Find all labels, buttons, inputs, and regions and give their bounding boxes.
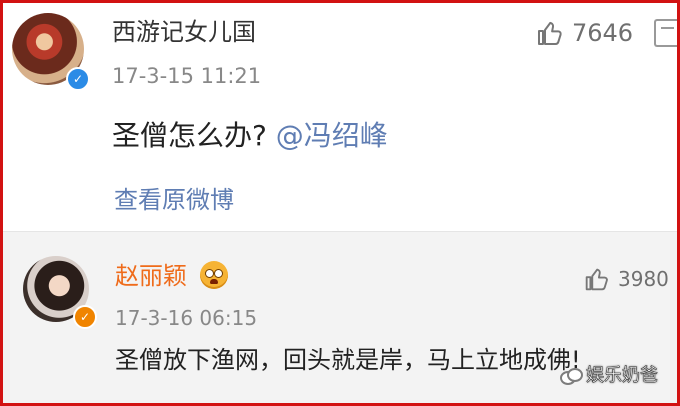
thumbs-up-icon <box>585 268 608 291</box>
verified-badge-icon: ✓ <box>66 67 90 91</box>
reply-timestamp: 17-3-16 06:15 <box>115 306 258 330</box>
watermark-text: 娱乐奶爸 <box>586 365 659 387</box>
weibo-reply: ✓ 赵丽颖 17-3-16 06:15 圣僧放下渔网，回头就是岸，马上立地成佛!… <box>3 231 677 403</box>
post-content: 圣僧怎么办? @冯绍峰 <box>112 118 388 154</box>
post-like-count: 7646 <box>572 19 634 47</box>
post-username[interactable]: 西游记女儿国 <box>112 17 256 47</box>
shocked-face-emoji-icon <box>200 261 228 289</box>
weibo-post: ✓ 西游记女儿国 17-3-15 11:21 圣僧怎么办? @冯绍峰 查看原微博… <box>3 3 677 230</box>
post-timestamp: 17-3-15 11:21 <box>112 64 262 88</box>
post-like-button[interactable]: 7646 <box>534 18 633 48</box>
reply-username[interactable]: 赵丽颖 <box>115 261 187 291</box>
weibo-screenshot-frame: ✓ 西游记女儿国 17-3-15 11:21 圣僧怎么办? @冯绍峰 查看原微博… <box>3 3 677 403</box>
reply-like-button[interactable]: 3980 <box>582 265 669 293</box>
reply-text: 圣僧放下渔网，回头就是岸，马上立地成佛! <box>115 346 581 374</box>
share-icon[interactable] <box>654 19 677 47</box>
watermark-logo-icon <box>560 368 583 385</box>
reply-like-count: 3980 <box>618 267 669 291</box>
thumbs-up-icon <box>538 21 562 45</box>
verified-badge-icon: ✓ <box>73 305 97 329</box>
watermark: 娱乐奶爸 <box>560 365 658 387</box>
mention-link[interactable]: @冯绍峰 <box>276 119 388 152</box>
post-text: 圣僧怎么办? <box>112 119 267 152</box>
emoji-mouth <box>210 279 218 284</box>
view-original-link[interactable]: 查看原微博 <box>114 185 234 215</box>
